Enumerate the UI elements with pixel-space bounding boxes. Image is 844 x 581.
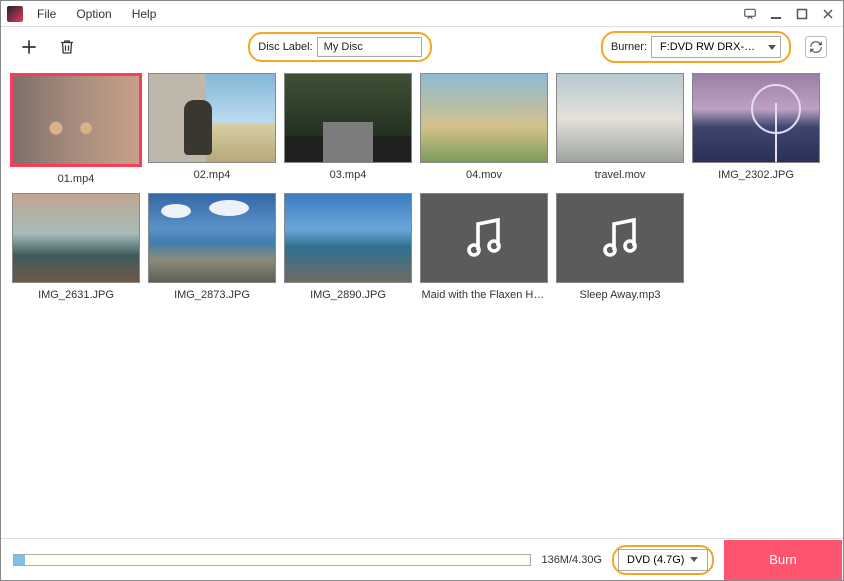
media-thumbnail[interactable] bbox=[284, 193, 412, 283]
disc-label-input[interactable] bbox=[317, 37, 422, 57]
disc-label-group: Disc Label: bbox=[248, 32, 431, 62]
app-window: File Option Help Disc Label: bbox=[0, 0, 844, 581]
burner-selected-value: F:DVD RW DRX-S70U bbox=[660, 41, 762, 53]
menu-file[interactable]: File bbox=[31, 5, 62, 23]
media-thumbnail[interactable] bbox=[556, 73, 684, 163]
media-item[interactable]: 04.mov bbox=[419, 73, 549, 185]
media-caption: 01.mp4 bbox=[14, 173, 139, 185]
add-button[interactable] bbox=[17, 35, 41, 59]
burner-label: Burner: bbox=[611, 41, 647, 53]
bottom-bar: 136M/4.30G DVD (4.7G) Burn bbox=[1, 538, 843, 580]
media-item[interactable]: IMG_2631.JPG bbox=[11, 193, 141, 301]
media-item[interactable]: travel.mov bbox=[555, 73, 685, 185]
media-caption: IMG_2631.JPG bbox=[14, 289, 139, 301]
maximize-button[interactable] bbox=[793, 5, 811, 23]
media-caption: 04.mov bbox=[422, 169, 547, 181]
media-thumbnail[interactable] bbox=[692, 73, 820, 163]
disc-type-value: DVD (4.7G) bbox=[627, 554, 684, 566]
burn-button[interactable]: Burn bbox=[724, 540, 842, 580]
chevron-down-icon bbox=[768, 45, 776, 50]
media-thumbnail[interactable] bbox=[10, 73, 142, 167]
disc-type-select[interactable]: DVD (4.7G) bbox=[618, 549, 708, 571]
media-item[interactable]: 02.mp4 bbox=[147, 73, 277, 185]
disc-type-ring: DVD (4.7G) bbox=[612, 545, 714, 575]
disc-label-text: Disc Label: bbox=[258, 41, 312, 53]
close-button[interactable] bbox=[819, 5, 837, 23]
menu-help[interactable]: Help bbox=[126, 5, 163, 23]
media-caption: 02.mp4 bbox=[150, 169, 275, 181]
media-caption: IMG_2302.JPG bbox=[694, 169, 819, 181]
media-grid: 01.mp4 02.mp4 03.mp4 04.mov travel.mov IMG_23… bbox=[11, 73, 833, 301]
titlebar: File Option Help bbox=[1, 1, 843, 27]
burner-group: Burner: F:DVD RW DRX-S70U bbox=[601, 31, 791, 63]
media-item[interactable]: Maid with the Flaxen Hair.mp3 bbox=[419, 193, 549, 301]
media-caption: IMG_2873.JPG bbox=[150, 289, 275, 301]
media-thumbnail[interactable] bbox=[284, 73, 412, 163]
media-item[interactable]: 01.mp4 bbox=[11, 73, 141, 185]
app-icon bbox=[7, 6, 23, 22]
refresh-button[interactable] bbox=[805, 36, 827, 58]
media-grid-area: 01.mp4 02.mp4 03.mp4 04.mov travel.mov IMG_23… bbox=[1, 67, 843, 538]
toolbar: Disc Label: Burner: F:DVD RW DRX-S70U bbox=[1, 27, 843, 67]
media-caption: Sleep Away.mp3 bbox=[558, 289, 683, 301]
media-item[interactable]: IMG_2890.JPG bbox=[283, 193, 413, 301]
chevron-down-icon bbox=[690, 557, 698, 562]
capacity-fill bbox=[14, 555, 25, 565]
menu-option[interactable]: Option bbox=[70, 5, 117, 23]
media-item[interactable]: IMG_2302.JPG bbox=[691, 73, 821, 185]
media-item[interactable]: 03.mp4 bbox=[283, 73, 413, 185]
media-item[interactable]: Sleep Away.mp3 bbox=[555, 193, 685, 301]
media-caption: travel.mov bbox=[558, 169, 683, 181]
feedback-icon[interactable] bbox=[741, 5, 759, 23]
minimize-button[interactable] bbox=[767, 5, 785, 23]
media-thumbnail[interactable] bbox=[556, 193, 684, 283]
media-item[interactable]: IMG_2873.JPG bbox=[147, 193, 277, 301]
media-thumbnail[interactable] bbox=[12, 193, 140, 283]
capacity-text: 136M/4.30G bbox=[541, 554, 602, 566]
media-caption: 03.mp4 bbox=[286, 169, 411, 181]
media-caption: Maid with the Flaxen Hair.mp3 bbox=[422, 289, 547, 301]
media-thumbnail[interactable] bbox=[148, 193, 276, 283]
media-thumbnail[interactable] bbox=[148, 73, 276, 163]
media-thumbnail[interactable] bbox=[420, 73, 548, 163]
delete-button[interactable] bbox=[55, 35, 79, 59]
capacity-bar bbox=[13, 554, 531, 566]
burner-select[interactable]: F:DVD RW DRX-S70U bbox=[651, 36, 781, 58]
media-thumbnail[interactable] bbox=[420, 193, 548, 283]
media-caption: IMG_2890.JPG bbox=[286, 289, 411, 301]
